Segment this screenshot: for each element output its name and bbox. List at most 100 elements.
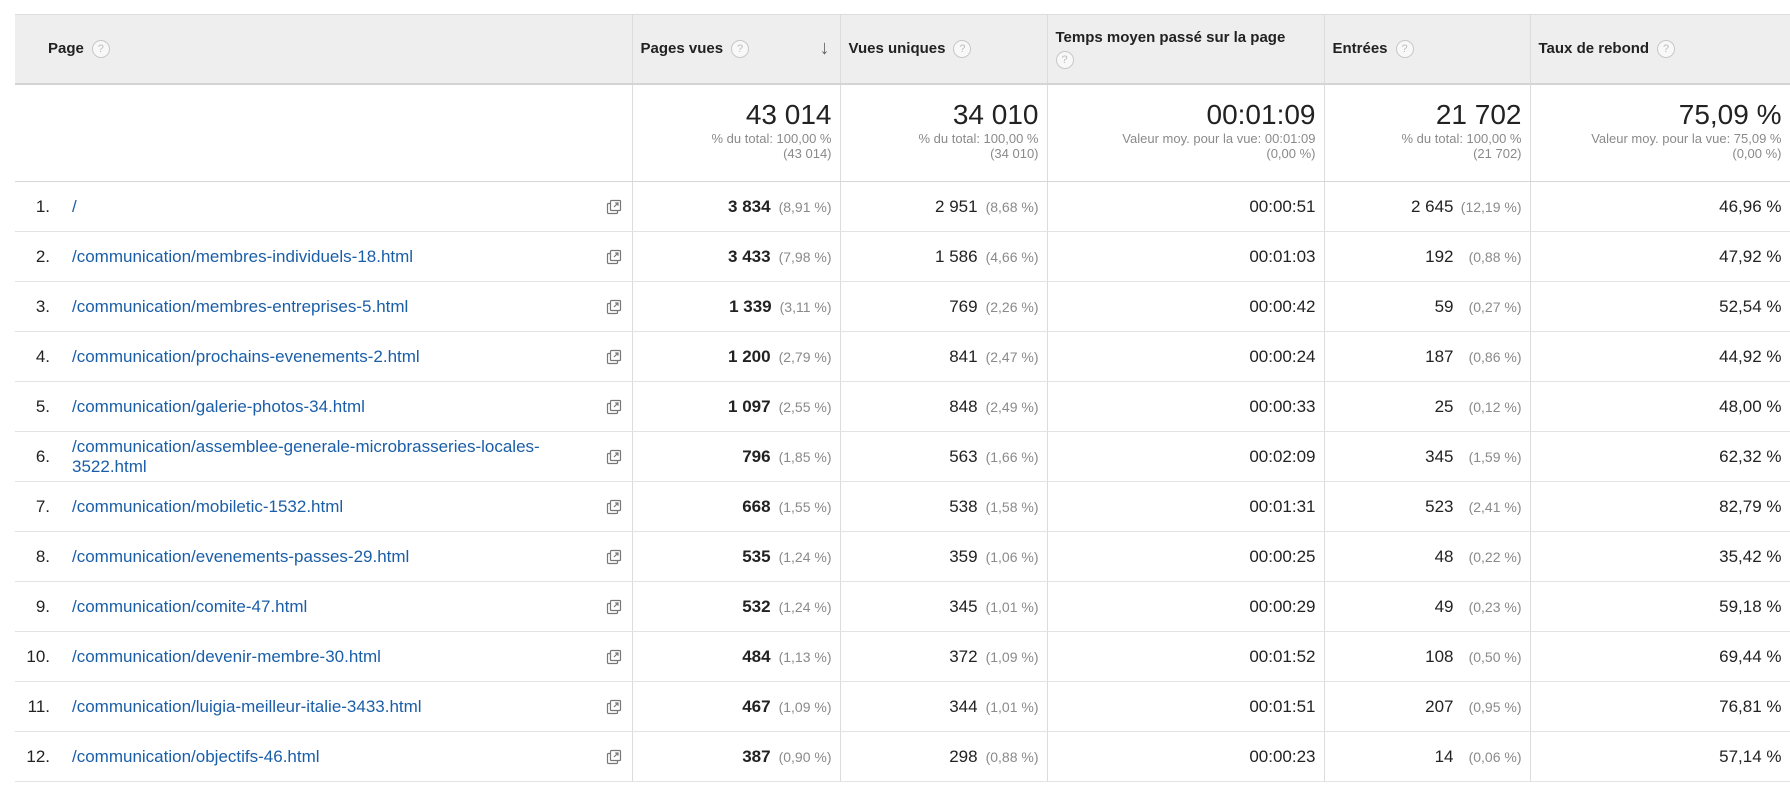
unique-views-cell: 841 (2,47 %) — [840, 331, 1048, 382]
help-icon[interactable]: ? — [731, 39, 750, 58]
totals-entrances: 21 702 % du total: 100,00 % (21 702) — [1324, 83, 1531, 182]
entrances-cell: 14 (0,06 %) — [1324, 731, 1531, 782]
page-cell: 4. /communication/prochains-evenements-2… — [15, 331, 633, 382]
entrances-percent: (0,50 %) — [1468, 648, 1522, 665]
avg-time-value: 00:00:42 — [1249, 296, 1316, 316]
pageviews-cell: 1 097 (2,55 %) — [632, 381, 841, 432]
pageviews-value: 467 — [742, 696, 771, 716]
bounce-rate-value: 59,18 % — [1719, 596, 1782, 616]
unique-views-cell: 359 (1,06 %) — [840, 531, 1048, 582]
page-cell: 12. /communication/objectifs-46.html — [15, 731, 633, 782]
help-icon[interactable]: ? — [953, 39, 972, 58]
column-header-avg-time[interactable]: Temps moyen passé sur la page? — [1047, 14, 1325, 85]
entrances-percent: (0,27 %) — [1468, 298, 1522, 315]
unique-views-value: 2 951 — [935, 196, 978, 216]
totals-avg-time: 00:01:09 Valeur moy. pour la vue: 00:01:… — [1047, 83, 1325, 182]
bounce-rate-value: 46,96 % — [1719, 196, 1782, 216]
row-index: 10. — [26, 646, 50, 666]
page-cell: 2. /communication/membres-individuels-18… — [15, 231, 633, 282]
totals-subtext: % du total: 100,00 % — [1401, 130, 1522, 146]
row-index: 2. — [35, 246, 50, 266]
open-in-new-window-icon[interactable] — [606, 249, 622, 265]
page-link[interactable]: /communication/mobiletic-1532.html — [72, 497, 606, 517]
totals-subtext: (0,00 %) — [1732, 145, 1782, 161]
open-in-new-window-icon[interactable] — [606, 399, 622, 415]
report-table-container: Page? Pages vues? ↓ Vues uniques? Temps … — [15, 14, 1790, 782]
entrances-cell: 25 (0,12 %) — [1324, 381, 1531, 432]
row-index: 5. — [35, 396, 50, 416]
row-index: 3. — [35, 296, 50, 316]
avg-time-value: 00:00:51 — [1249, 196, 1316, 216]
page-cell: 5. /communication/galerie-photos-34.html — [15, 381, 633, 432]
unique-views-percent: (1,01 %) — [985, 698, 1039, 715]
column-header-unique-views[interactable]: Vues uniques? — [840, 14, 1048, 85]
page-link[interactable]: /communication/evenements-passes-29.html — [72, 547, 606, 567]
avg-time-cell: 00:00:25 — [1047, 531, 1325, 582]
bounce-rate-cell: 59,18 % — [1530, 581, 1790, 632]
pageviews-value: 1 200 — [728, 346, 771, 366]
open-in-new-window-icon[interactable] — [606, 299, 622, 315]
totals-subtext: Valeur moy. pour la vue: 00:01:09 — [1122, 130, 1316, 146]
avg-time-cell: 00:00:29 — [1047, 581, 1325, 632]
entrances-value: 2 645 — [1410, 196, 1454, 216]
column-header-bounce-rate[interactable]: Taux de rebond? — [1530, 14, 1790, 85]
totals-subtext: (21 702) — [1473, 145, 1522, 161]
help-icon[interactable]: ? — [1657, 39, 1676, 58]
totals-value: 43 014 — [745, 98, 832, 130]
row-index: 4. — [35, 346, 50, 366]
avg-time-value: 00:00:25 — [1249, 546, 1316, 566]
totals-unique-views: 34 010 % du total: 100,00 % (34 010) — [840, 83, 1048, 182]
avg-time-cell: 00:00:42 — [1047, 281, 1325, 332]
unique-views-value: 344 — [949, 696, 978, 716]
bounce-rate-value: 35,42 % — [1719, 546, 1782, 566]
page-link[interactable]: /communication/membres-individuels-18.ht… — [72, 247, 606, 267]
page-link[interactable]: /communication/objectifs-46.html — [72, 747, 606, 767]
avg-time-value: 00:00:33 — [1249, 396, 1316, 416]
column-header-label: Pages vues — [640, 39, 724, 57]
open-in-new-window-icon[interactable] — [606, 549, 622, 565]
column-header-pageviews[interactable]: Pages vues? ↓ — [632, 14, 841, 85]
open-in-new-window-icon[interactable] — [606, 649, 622, 665]
unique-views-cell: 769 (2,26 %) — [840, 281, 1048, 332]
pageviews-value: 1 097 — [728, 396, 771, 416]
page-link[interactable]: /communication/galerie-photos-34.html — [72, 397, 606, 417]
totals-page-cell — [15, 83, 633, 182]
unique-views-value: 769 — [949, 296, 978, 316]
pageviews-percent: (3,11 %) — [779, 298, 832, 315]
bounce-rate-cell: 35,42 % — [1530, 531, 1790, 582]
page-link[interactable]: /communication/membres-entreprises-5.htm… — [72, 297, 606, 317]
entrances-cell: 207 (0,95 %) — [1324, 681, 1531, 732]
open-in-new-window-icon[interactable] — [606, 199, 622, 215]
help-icon[interactable]: ? — [1055, 51, 1074, 70]
page-link[interactable]: / — [72, 197, 606, 217]
page-link[interactable]: /communication/prochains-evenements-2.ht… — [72, 347, 606, 367]
open-in-new-window-icon[interactable] — [606, 449, 622, 465]
page-link[interactable]: /communication/comite-47.html — [72, 597, 606, 617]
open-in-new-window-icon[interactable] — [606, 599, 622, 615]
entrances-percent: (2,41 %) — [1468, 498, 1522, 515]
help-icon[interactable]: ? — [91, 39, 110, 58]
pageviews-value: 796 — [742, 446, 771, 466]
column-header-entrances[interactable]: Entrées? — [1324, 14, 1531, 85]
entrances-percent: (0,12 %) — [1468, 398, 1522, 415]
pageviews-percent: (1,24 %) — [778, 548, 832, 565]
bounce-rate-value: 82,79 % — [1719, 496, 1782, 516]
unique-views-percent: (1,66 %) — [985, 448, 1039, 465]
page-link[interactable]: /communication/luigia-meilleur-italie-34… — [72, 697, 606, 717]
column-header-label: Vues uniques — [848, 39, 946, 57]
row-index: 7. — [35, 496, 50, 516]
page-link[interactable]: /communication/devenir-membre-30.html — [72, 647, 606, 667]
table-row: 6. /communication/assemblee-generale-mic… — [15, 431, 1790, 482]
page-link[interactable]: /communication/assemblee-generale-microb… — [72, 437, 606, 477]
report-table: Page? Pages vues? ↓ Vues uniques? Temps … — [15, 14, 1790, 782]
totals-pageviews: 43 014 % du total: 100,00 % (43 014) — [632, 83, 841, 182]
column-header-page[interactable]: Page? — [15, 14, 633, 85]
table-row: 4. /communication/prochains-evenements-2… — [15, 331, 1790, 382]
open-in-new-window-icon[interactable] — [606, 699, 622, 715]
open-in-new-window-icon[interactable] — [606, 499, 622, 515]
open-in-new-window-icon[interactable] — [606, 349, 622, 365]
open-in-new-window-icon[interactable] — [606, 749, 622, 765]
pageviews-value: 1 339 — [729, 296, 772, 316]
sort-descending-icon[interactable]: ↓ — [820, 37, 830, 60]
help-icon[interactable]: ? — [1395, 39, 1414, 58]
